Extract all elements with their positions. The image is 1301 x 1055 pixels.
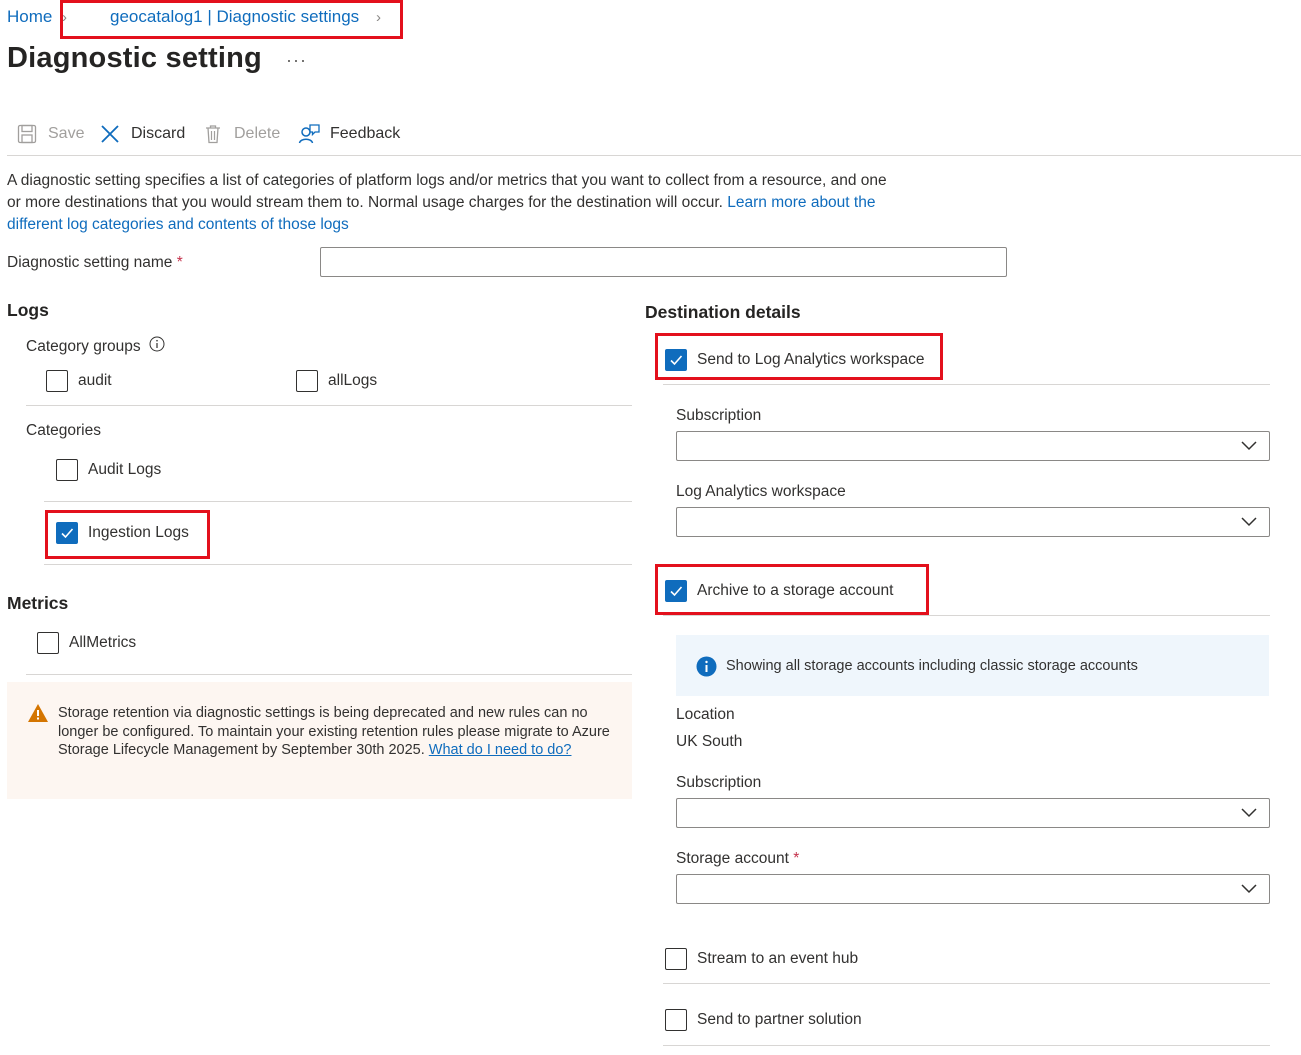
location-value: UK South xyxy=(676,733,743,750)
page-title: Diagnostic setting xyxy=(7,42,262,74)
checkmark-icon xyxy=(61,528,74,539)
warning-icon xyxy=(27,703,49,727)
setting-name-label: Diagnostic setting name * xyxy=(7,254,183,272)
categories-label: Categories xyxy=(26,422,101,439)
chevron-down-icon xyxy=(1241,884,1257,894)
save-icon xyxy=(16,123,38,145)
divider xyxy=(44,501,632,502)
destination-heading: Destination details xyxy=(645,302,801,322)
discard-label: Discard xyxy=(131,125,186,142)
setting-name-label-text: Diagnostic setting name xyxy=(7,254,173,271)
checkbox-storage-label: Archive to a storage account xyxy=(697,582,894,599)
checkbox-alllogs[interactable] xyxy=(296,370,318,392)
divider xyxy=(663,615,1270,616)
required-marker: * xyxy=(793,850,800,867)
divider xyxy=(663,983,1270,984)
checkmark-icon xyxy=(670,355,683,366)
divider xyxy=(26,405,632,406)
la-subscription-label: Subscription xyxy=(676,407,762,424)
category-groups-text: Category groups xyxy=(26,337,141,355)
breadcrumb-home-link[interactable]: Home xyxy=(7,7,52,26)
description: A diagnostic setting specifies a list of… xyxy=(7,170,887,236)
storage-info-text: Showing all storage accounts including c… xyxy=(726,658,1138,674)
retention-warning: Storage retention via diagnostic setting… xyxy=(7,682,632,799)
checkbox-event-hub-label: Stream to an event hub xyxy=(697,950,859,967)
what-do-i-need-link[interactable]: What do I need to do? xyxy=(429,742,572,758)
chevron-down-icon xyxy=(1241,517,1257,527)
divider xyxy=(663,384,1270,385)
storage-info-bar: Showing all storage accounts including c… xyxy=(676,635,1269,696)
checkbox-partner-label: Send to partner solution xyxy=(697,1011,862,1028)
required-marker: * xyxy=(176,254,183,271)
checkbox-alllogs-label: allLogs xyxy=(328,372,378,389)
checkbox-event-hub[interactable] xyxy=(665,948,687,970)
checkbox-audit-logs-label: Audit Logs xyxy=(88,461,162,478)
checkbox-partner[interactable] xyxy=(665,1009,687,1031)
checkmark-icon xyxy=(670,586,683,597)
la-workspace-label: Log Analytics workspace xyxy=(676,483,846,500)
toolbar-divider xyxy=(7,155,1301,156)
checkbox-storage[interactable] xyxy=(665,580,687,602)
breadcrumb-current-link[interactable]: geocatalog1 | Diagnostic settings xyxy=(110,7,359,27)
checkbox-audit-label: audit xyxy=(78,372,112,389)
delete-button[interactable]: Delete xyxy=(202,120,280,148)
divider xyxy=(26,674,632,675)
info-circle-icon xyxy=(696,656,717,681)
close-icon xyxy=(99,123,121,145)
storage-account-dropdown[interactable] xyxy=(676,874,1270,904)
chevron-down-icon xyxy=(1241,441,1257,451)
more-options-button[interactable]: ··· xyxy=(286,50,307,71)
trash-icon xyxy=(202,123,224,145)
metrics-heading: Metrics xyxy=(7,593,69,613)
delete-label: Delete xyxy=(234,125,281,142)
discard-button[interactable]: Discard xyxy=(99,120,185,148)
location-label: Location xyxy=(676,706,735,723)
feedback-icon xyxy=(298,123,320,145)
setting-name-input[interactable] xyxy=(320,247,1007,277)
storage-account-label-text: Storage account xyxy=(676,850,789,867)
la-subscription-dropdown[interactable] xyxy=(676,431,1270,461)
warning-text: Storage retention via diagnostic setting… xyxy=(58,704,618,760)
save-button[interactable]: Save xyxy=(16,120,84,148)
info-icon[interactable] xyxy=(149,336,165,357)
divider xyxy=(44,564,632,565)
chevron-right-icon: › xyxy=(376,9,381,26)
checkbox-log-analytics[interactable] xyxy=(665,349,687,371)
la-workspace-dropdown[interactable] xyxy=(676,507,1270,537)
checkbox-audit[interactable] xyxy=(46,370,68,392)
logs-heading: Logs xyxy=(7,300,49,320)
storage-subscription-dropdown[interactable] xyxy=(676,798,1270,828)
checkbox-ingestion-logs[interactable] xyxy=(56,522,78,544)
chevron-down-icon xyxy=(1241,808,1257,818)
checkbox-allmetrics[interactable] xyxy=(37,632,59,654)
breadcrumb: Home xyxy=(7,7,52,27)
category-groups-label: Category groups xyxy=(26,336,165,357)
storage-account-label: Storage account * xyxy=(676,850,799,868)
feedback-label: Feedback xyxy=(330,125,401,142)
divider xyxy=(663,1045,1270,1046)
checkbox-ingestion-logs-label: Ingestion Logs xyxy=(88,524,189,541)
save-label: Save xyxy=(48,125,85,142)
checkbox-allmetrics-label: AllMetrics xyxy=(69,634,137,651)
checkbox-log-analytics-label: Send to Log Analytics workspace xyxy=(697,351,925,368)
checkbox-audit-logs[interactable] xyxy=(56,459,78,481)
storage-subscription-label: Subscription xyxy=(676,774,762,791)
feedback-button[interactable]: Feedback xyxy=(298,120,400,148)
